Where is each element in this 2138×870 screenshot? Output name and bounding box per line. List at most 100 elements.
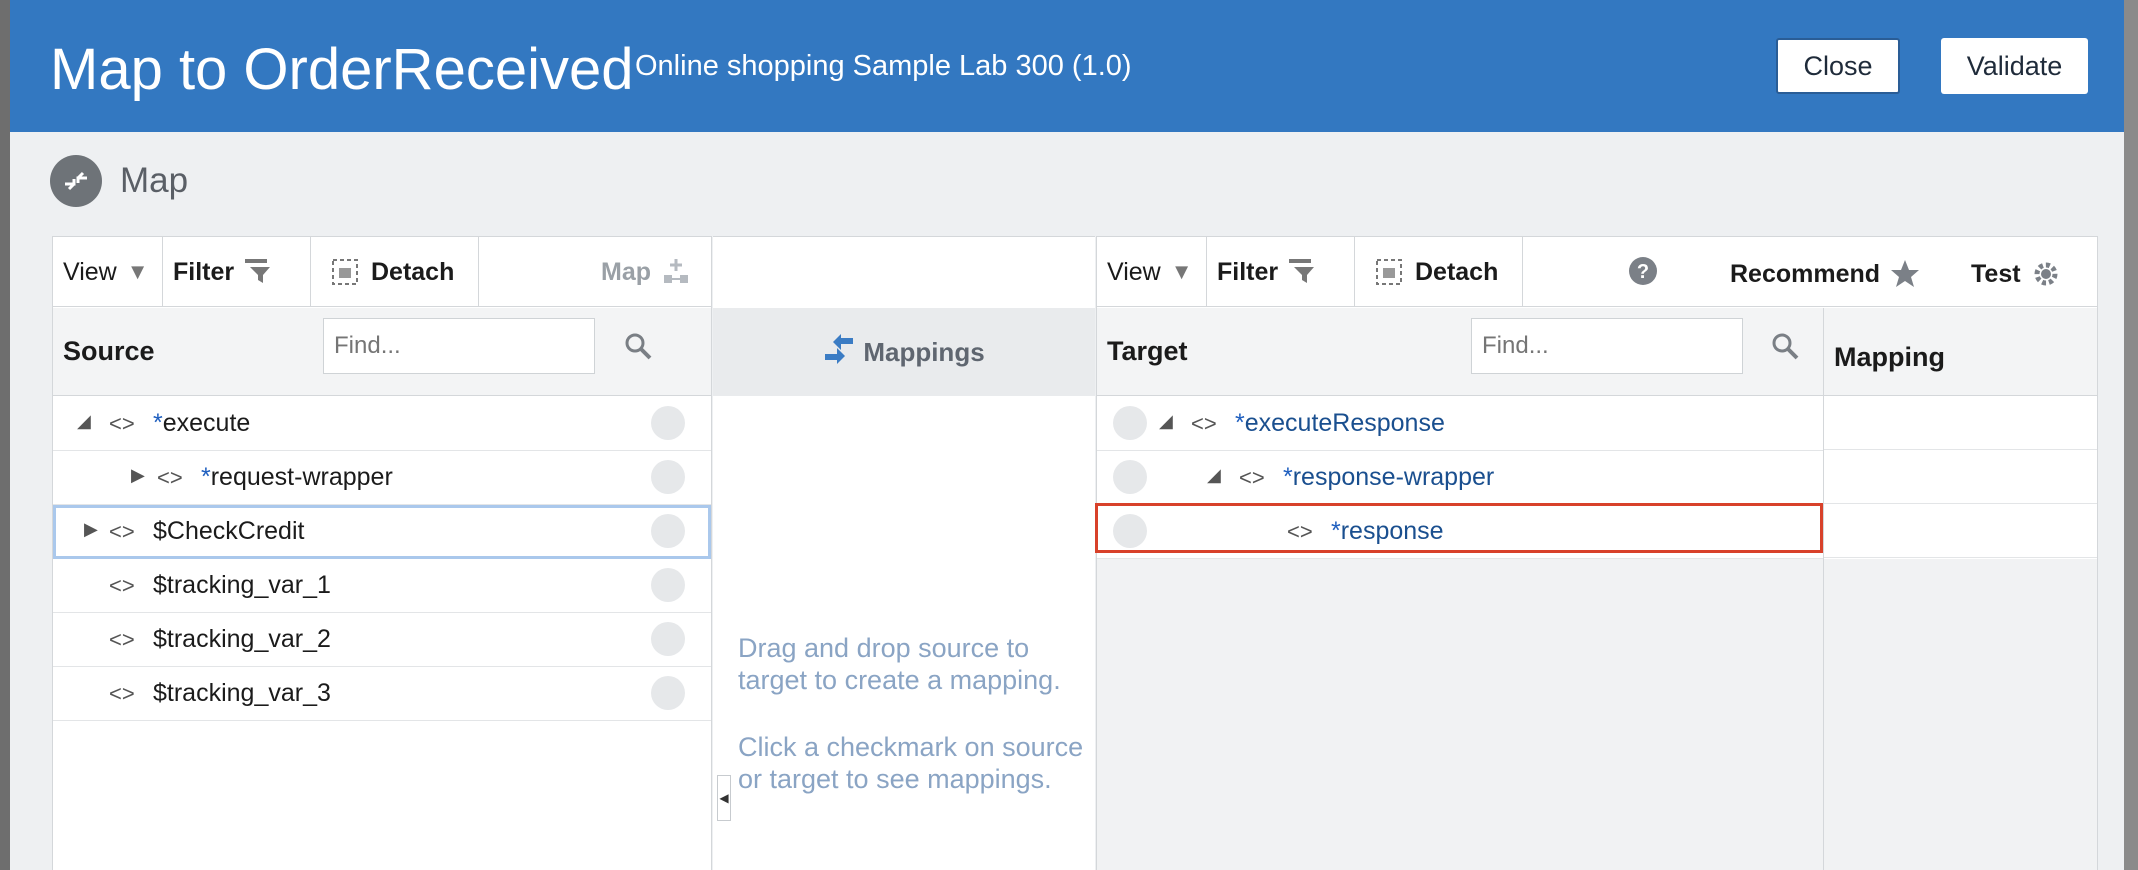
source-row-execute[interactable]: ◢ <> *execute [53, 397, 711, 451]
test-button[interactable]: Test [1971, 259, 2061, 289]
source-filter-button[interactable]: Filter [163, 237, 311, 307]
mapping-cell[interactable] [1824, 504, 2097, 558]
mapping-status-indicator[interactable] [651, 676, 685, 710]
target-node-label: *response-wrapper [1283, 463, 1495, 491]
view-label: View [63, 257, 117, 286]
mapping-cell[interactable] [1824, 396, 2097, 450]
detach-icon [331, 258, 359, 286]
filter-label: Filter [1217, 257, 1279, 286]
recommend-button[interactable]: Recommend [1730, 259, 1920, 289]
target-row-executeresponse[interactable]: ◢ <> *executeResponse [1097, 397, 1823, 451]
source-node-label: *execute [153, 409, 251, 437]
help-icon[interactable]: ? [1628, 256, 1658, 293]
background-left-edge [0, 0, 10, 870]
mapping-status-indicator[interactable] [651, 406, 685, 440]
source-node-label: $tracking_var_1 [153, 571, 331, 599]
mapping-column-label: Mapping [1824, 308, 2097, 396]
mapping-status-indicator[interactable] [1113, 406, 1147, 440]
element-icon: <> [1191, 411, 1217, 436]
element-icon: <> [109, 573, 135, 598]
filter-icon [1288, 258, 1318, 286]
target-detach-button[interactable]: Detach [1355, 237, 1523, 307]
source-column-header: Source [53, 308, 711, 396]
source-column-label: Source [63, 336, 155, 366]
integration-subtitle: Online shopping Sample Lab 300 (1.0) [635, 50, 1132, 82]
source-search-icon[interactable] [618, 326, 658, 366]
target-filter-button[interactable]: Filter [1207, 237, 1355, 307]
mapping-status-indicator[interactable] [651, 568, 685, 602]
mapping-status-indicator[interactable] [651, 622, 685, 656]
map-add-icon [661, 257, 691, 287]
detach-icon [1375, 258, 1403, 286]
target-node-label: *executeResponse [1235, 409, 1445, 437]
element-icon: <> [109, 519, 135, 544]
svg-text:?: ? [1637, 261, 1649, 283]
element-icon: <> [109, 411, 135, 436]
target-toolbar: View ▼ Filter Detach ? Recommend Test [1097, 237, 2097, 307]
source-row-tracking-var-2[interactable]: <> $tracking_var_2 [53, 613, 711, 667]
dialog-header: Map to OrderReceived Online shopping Sam… [10, 0, 2124, 132]
collapse-triangle-icon[interactable]: ◢ [1207, 465, 1221, 486]
mappings-hint-checkmark: Click a checkmark on source or target to… [738, 732, 1084, 794]
target-row-response-wrapper[interactable]: ◢ <> *response-wrapper [1097, 451, 1823, 505]
star-icon [1890, 259, 1920, 289]
target-search-icon[interactable] [1765, 326, 1805, 366]
test-label: Test [1971, 259, 2021, 288]
element-icon: <> [1239, 465, 1265, 490]
source-row-tracking-var-1[interactable]: <> $tracking_var_1 [53, 559, 711, 613]
detach-label: Detach [371, 257, 455, 286]
dialog-title: Map to OrderReceived [50, 37, 634, 102]
mappings-title: Mappings [863, 336, 985, 367]
mapping-status-indicator[interactable] [1113, 460, 1147, 494]
mappings-pane: Mappings Drag and drop source to target … [713, 236, 1095, 870]
source-pane: View ▼ Filter Detach Map Source Find... … [52, 236, 712, 870]
source-row-checkcredit[interactable]: ▶ <> $CheckCredit [53, 505, 711, 559]
collapse-triangle-icon[interactable]: ◢ [1159, 411, 1173, 432]
source-view-menu[interactable]: View ▼ [53, 237, 163, 307]
source-node-label: *request-wrapper [201, 463, 393, 491]
map-dialog: Map to OrderReceived Online shopping Sam… [10, 0, 2124, 870]
recommend-label: Recommend [1730, 259, 1881, 288]
target-column-header: Target [1097, 308, 1823, 396]
map-section-title: Map [50, 155, 188, 207]
mappings-hint-drag: Drag and drop source to target to create… [738, 633, 1061, 695]
filter-icon [244, 258, 274, 286]
source-row-tracking-var-3[interactable]: <> $tracking_var_3 [53, 667, 711, 721]
target-column-label: Target [1107, 336, 1188, 366]
detach-label: Detach [1415, 257, 1499, 286]
collapse-panel-handle[interactable]: ◀ [717, 775, 731, 821]
chevron-down-icon: ▼ [126, 259, 149, 284]
target-toolbar-right: ? Recommend Test [1523, 237, 2099, 307]
view-label: View [1107, 257, 1161, 286]
expand-triangle-icon[interactable]: ▶ [84, 519, 98, 540]
source-node-label: $tracking_var_3 [153, 679, 331, 707]
gear-icon [2031, 259, 2061, 289]
target-tree: ◢ <> *executeResponse ◢ <> *response-wra… [1095, 397, 1823, 870]
element-icon: <> [157, 465, 183, 490]
collapse-triangle-icon[interactable]: ◢ [77, 411, 91, 432]
element-icon: <> [109, 627, 135, 652]
target-view-menu[interactable]: View ▼ [1097, 237, 1207, 307]
map-label: Map [601, 257, 651, 286]
source-node-label: $CheckCredit [153, 517, 305, 545]
source-node-label: $tracking_var_2 [153, 625, 331, 653]
highlight-annotation-box [1095, 503, 1823, 553]
expand-triangle-icon[interactable]: ▶ [131, 465, 145, 486]
element-icon: <> [109, 681, 135, 706]
mapping-column: Mapping [1823, 308, 2097, 870]
validate-button[interactable]: Validate [1941, 38, 2088, 94]
source-toolbar: View ▼ Filter Detach Map [53, 237, 711, 307]
source-find-input[interactable] [323, 318, 595, 374]
mapping-status-indicator[interactable] [651, 460, 685, 494]
source-row-request-wrapper[interactable]: ▶ <> *request-wrapper [53, 451, 711, 505]
mapping-cell[interactable] [1824, 450, 2097, 504]
close-button[interactable]: Close [1776, 38, 1900, 94]
target-pane: View ▼ Filter Detach ? Recommend Test Ta… [1095, 236, 2098, 870]
chevron-down-icon: ▼ [1170, 259, 1193, 284]
mapping-status-indicator[interactable] [651, 514, 685, 548]
mappings-icon [823, 333, 855, 371]
target-find-input[interactable] [1471, 318, 1743, 374]
background-right-edge [2124, 0, 2138, 870]
source-detach-button[interactable]: Detach [311, 237, 479, 307]
source-map-button[interactable]: Map [479, 237, 713, 307]
